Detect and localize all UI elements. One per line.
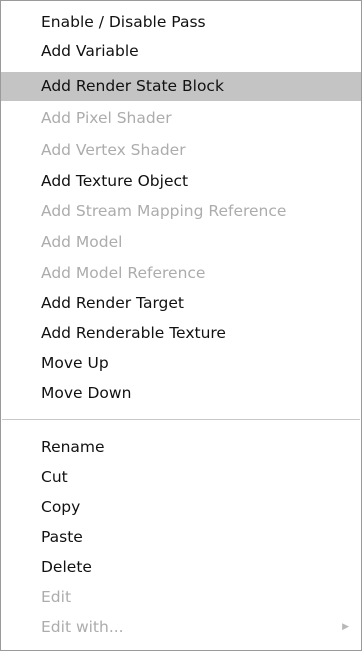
menu-item-add-texture-object[interactable]: Add Texture Object <box>1 167 361 196</box>
menu-item-cut[interactable]: Cut <box>1 463 361 492</box>
menu-item-copy[interactable]: Copy <box>1 493 361 522</box>
menu-item-add-renderable-texture[interactable]: Add Renderable Texture <box>1 319 361 348</box>
menu-item-add-render-target[interactable]: Add Render Target <box>1 289 361 318</box>
menu-item-paste[interactable]: Paste <box>1 523 361 552</box>
menu-item-add-model: Add Model <box>41 233 123 251</box>
menu-item-add-pixel-shader: Add Pixel Shader <box>41 109 172 127</box>
menu-item-edit-with-label: Edit with... <box>41 618 124 636</box>
context-menu: Enable / Disable Pass Add Variable Add R… <box>0 0 362 651</box>
menu-item-delete[interactable]: Delete <box>1 553 361 582</box>
menu-item-add-model-reference: Add Model Reference <box>41 264 206 282</box>
menu-item-enable-disable-pass[interactable]: Enable / Disable Pass <box>1 8 361 37</box>
menu-item-add-vertex-shader: Add Vertex Shader <box>41 141 186 159</box>
menu-item-rename[interactable]: Rename <box>1 433 361 462</box>
menu-item-move-down[interactable]: Move Down <box>1 379 361 408</box>
menu-item-move-up[interactable]: Move Up <box>1 349 361 378</box>
menu-item-add-render-state-block[interactable]: Add Render State Block <box>1 72 361 101</box>
menu-item-add-variable[interactable]: Add Variable <box>1 37 361 66</box>
menu-separator <box>2 419 360 420</box>
submenu-arrow-icon: ▶ <box>342 622 349 632</box>
menu-item-edit: Edit <box>41 588 72 606</box>
menu-item-add-stream-mapping-reference: Add Stream Mapping Reference <box>41 202 287 220</box>
menu-item-edit-with: Edit with... ▶ <box>1 613 361 642</box>
